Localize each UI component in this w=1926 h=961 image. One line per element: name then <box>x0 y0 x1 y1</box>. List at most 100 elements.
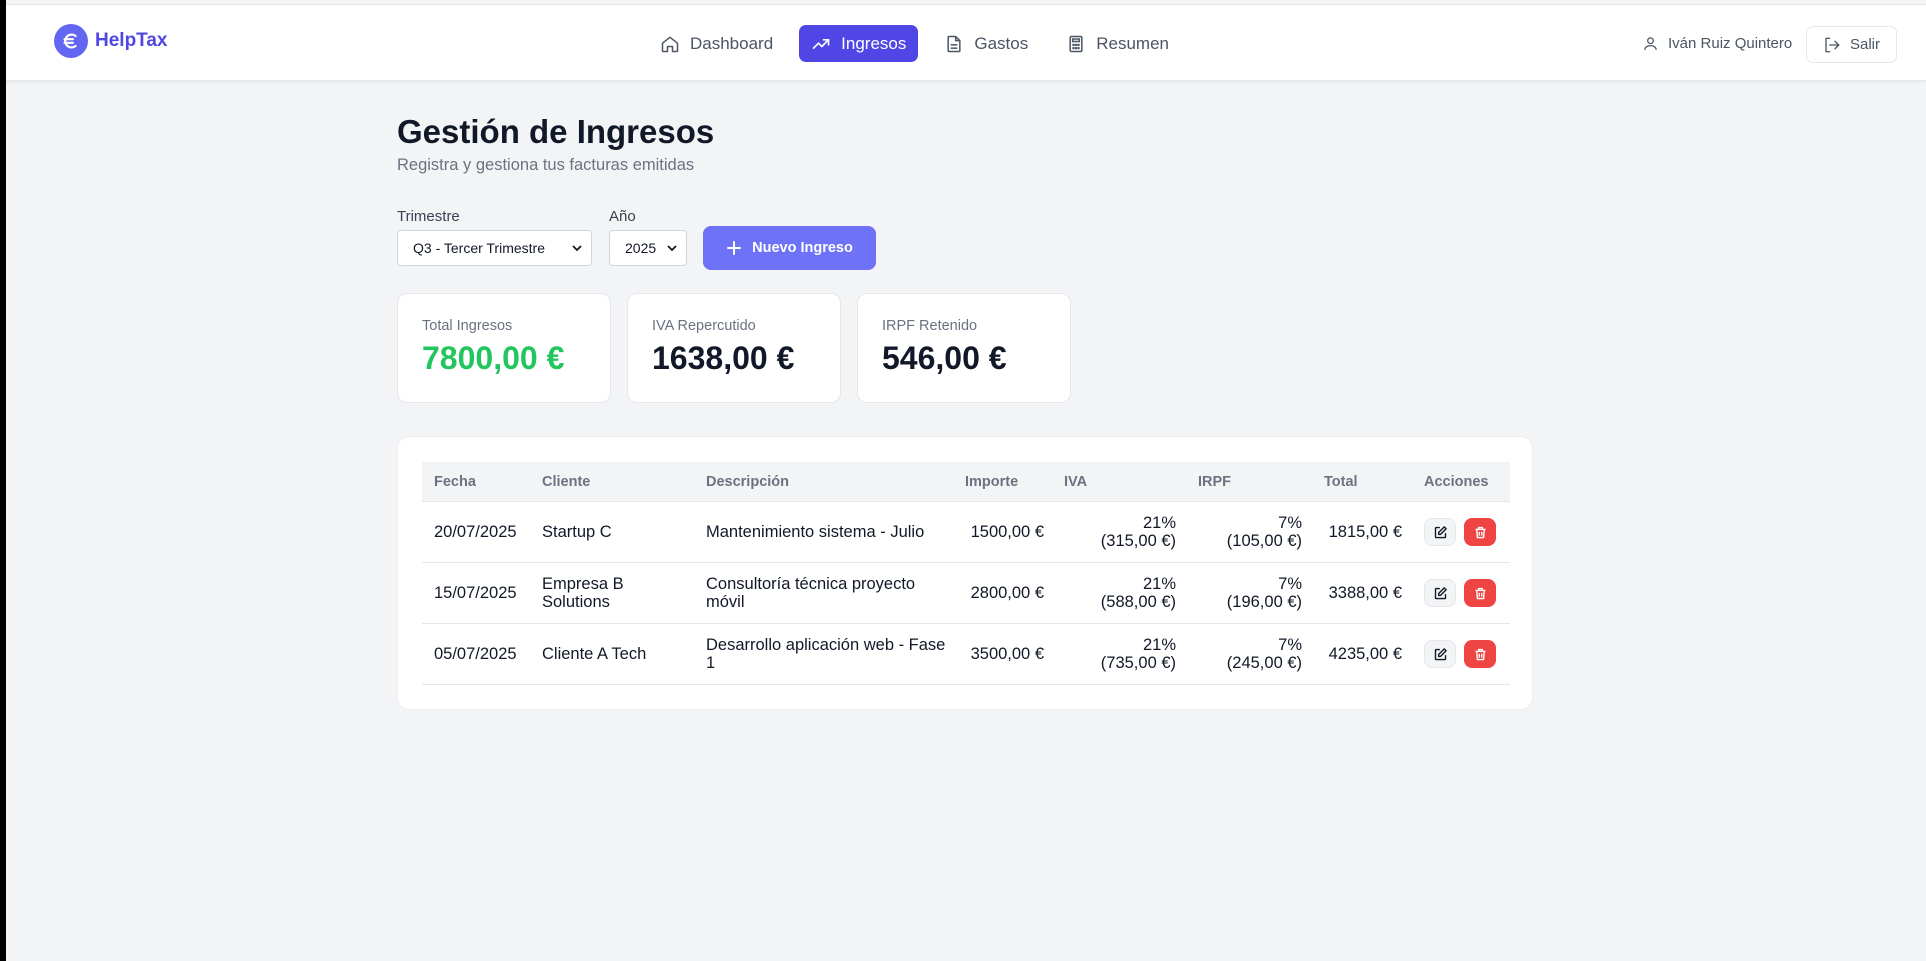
trash-icon <box>1475 648 1485 660</box>
delete-button[interactable] <box>1464 640 1496 668</box>
chevron-down-icon <box>572 245 582 252</box>
col-total: Total <box>1324 473 1358 490</box>
nav-resumen[interactable]: Resumen <box>1054 25 1181 62</box>
main-content: Gestión de Ingresos Registra y gestiona … <box>397 112 1537 710</box>
cell-total: 3388,00 € <box>1328 583 1402 602</box>
year-select-value: 2025 <box>625 240 657 256</box>
quarter-select[interactable]: Q3 - Tercer Trimestre <box>397 230 592 266</box>
navbar: HelpTax Dashboard Ingresos Gastos Resume… <box>6 5 1926 81</box>
cell-fecha: 15/07/2025 <box>434 583 517 602</box>
table-row: 15/07/2025 Empresa B Solutions Consultor… <box>422 563 1510 624</box>
cell-acciones <box>1412 518 1510 546</box>
page-subtitle: Registra y gestiona tus facturas emitida… <box>397 156 695 174</box>
chevron-down-icon <box>667 245 677 252</box>
card-label: IVA Repercutido <box>652 318 756 334</box>
cell-iva: 21% (588,00 €) <box>1052 575 1186 611</box>
cell-descripcion: Mantenimiento sistema - Julio <box>706 523 925 541</box>
year-label: Año <box>609 208 636 225</box>
iva-amount: (588,00 €) <box>1100 593 1176 611</box>
cell-iva: 21% (735,00 €) <box>1052 636 1186 672</box>
col-cliente: Cliente <box>542 473 591 490</box>
nav-gastos[interactable]: Gastos <box>932 25 1040 62</box>
cell-irpf: 7% (196,00 €) <box>1186 575 1312 611</box>
card-label: Total Ingresos <box>422 318 513 334</box>
iva-pct: 21% <box>1142 636 1176 654</box>
col-descripcion: Descripción <box>706 473 789 490</box>
edit-icon <box>1434 586 1447 599</box>
cell-cliente: Empresa B Solutions <box>542 575 624 611</box>
logout-button[interactable]: Salir <box>1806 26 1898 63</box>
brand[interactable]: HelpTax <box>54 24 168 58</box>
app-viewport: HelpTax Dashboard Ingresos Gastos Resume… <box>6 0 1926 961</box>
user-name: Iván Ruiz Quintero <box>1668 35 1793 52</box>
trash-icon <box>1475 526 1485 538</box>
table-row: 05/07/2025 Cliente A Tech Desarrollo apl… <box>422 624 1510 685</box>
filters-bar: Trimestre Q3 - Tercer Trimestre Año 2025… <box>397 208 997 278</box>
iva-amount: (315,00 €) <box>1100 532 1176 550</box>
irpf-pct: 7% <box>1278 575 1302 593</box>
calculator-icon <box>1069 35 1083 52</box>
main-nav: Dashboard Ingresos Gastos Resumen <box>648 25 1181 62</box>
iva-pct: 21% <box>1142 514 1176 532</box>
new-income-label: Nuevo Ingreso <box>752 240 853 256</box>
card-iva-repercutido: IVA Repercutido 1638,00 € <box>627 293 841 403</box>
card-value: 546,00 € <box>882 340 1007 376</box>
col-fecha: Fecha <box>434 473 476 490</box>
trash-icon <box>1475 587 1485 599</box>
card-total-ingresos: Total Ingresos 7800,00 € <box>397 293 611 403</box>
table-header: Fecha Cliente Descripción Importe IVA IR… <box>422 462 1510 502</box>
cell-iva: 21% (315,00 €) <box>1052 514 1186 550</box>
col-importe: Importe <box>965 473 1019 490</box>
edit-icon <box>1434 647 1447 660</box>
cell-importe: 1500,00 € <box>970 522 1044 541</box>
cell-acciones <box>1412 579 1510 607</box>
logout-label: Salir <box>1850 36 1881 53</box>
new-income-button[interactable]: Nuevo Ingreso <box>703 226 876 270</box>
nav-ingresos-label: Ingresos <box>841 33 907 53</box>
card-value: 1638,00 € <box>652 340 795 376</box>
irpf-pct: 7% <box>1278 514 1302 532</box>
iva-amount: (735,00 €) <box>1100 654 1176 672</box>
year-select[interactable]: 2025 <box>609 230 687 266</box>
cell-descripcion: Desarrollo aplicación web - Fase 1 <box>706 636 946 672</box>
irpf-amount: (196,00 €) <box>1226 593 1302 611</box>
cell-fecha: 05/07/2025 <box>434 644 517 663</box>
nav-dashboard-label: Dashboard <box>690 33 774 53</box>
irpf-amount: (105,00 €) <box>1226 532 1302 550</box>
delete-button[interactable] <box>1464 518 1496 546</box>
table-row: 20/07/2025 Startup C Mantenimiento siste… <box>422 502 1510 563</box>
irpf-amount: (245,00 €) <box>1226 654 1302 672</box>
card-value: 7800,00 € <box>422 340 565 376</box>
nav-dashboard[interactable]: Dashboard <box>648 25 785 62</box>
cell-total: 4235,00 € <box>1328 644 1402 663</box>
delete-button[interactable] <box>1464 579 1496 607</box>
euro-icon <box>54 24 88 58</box>
brand-name: HelpTax <box>95 30 168 51</box>
cell-cliente: Startup C <box>542 522 612 541</box>
cell-irpf: 7% (245,00 €) <box>1186 636 1312 672</box>
page-title: Gestión de Ingresos <box>397 113 715 150</box>
edit-button[interactable] <box>1424 640 1456 668</box>
income-table: Fecha Cliente Descripción Importe IVA IR… <box>422 462 1510 685</box>
cell-fecha: 20/07/2025 <box>434 522 517 541</box>
user-info: Iván Ruiz Quintero <box>1642 35 1792 52</box>
col-acciones: Acciones <box>1424 473 1489 490</box>
home-icon <box>661 36 679 52</box>
col-iva: IVA <box>1064 473 1088 490</box>
nav-ingresos[interactable]: Ingresos <box>799 25 919 62</box>
irpf-pct: 7% <box>1278 636 1302 654</box>
card-irpf-retenido: IRPF Retenido 546,00 € <box>857 293 1071 403</box>
edit-button[interactable] <box>1424 579 1456 607</box>
trending-up-icon <box>812 38 830 49</box>
cell-importe: 2800,00 € <box>970 583 1044 602</box>
file-text-icon <box>947 35 961 52</box>
quarter-label: Trimestre <box>397 208 460 225</box>
card-label: IRPF Retenido <box>882 318 978 334</box>
edit-icon <box>1434 525 1447 538</box>
nav-resumen-label: Resumen <box>1096 33 1169 53</box>
iva-pct: 21% <box>1142 575 1176 593</box>
cell-acciones <box>1412 640 1510 668</box>
plus-icon <box>727 241 742 255</box>
edit-button[interactable] <box>1424 518 1456 546</box>
user-icon <box>1644 37 1657 50</box>
